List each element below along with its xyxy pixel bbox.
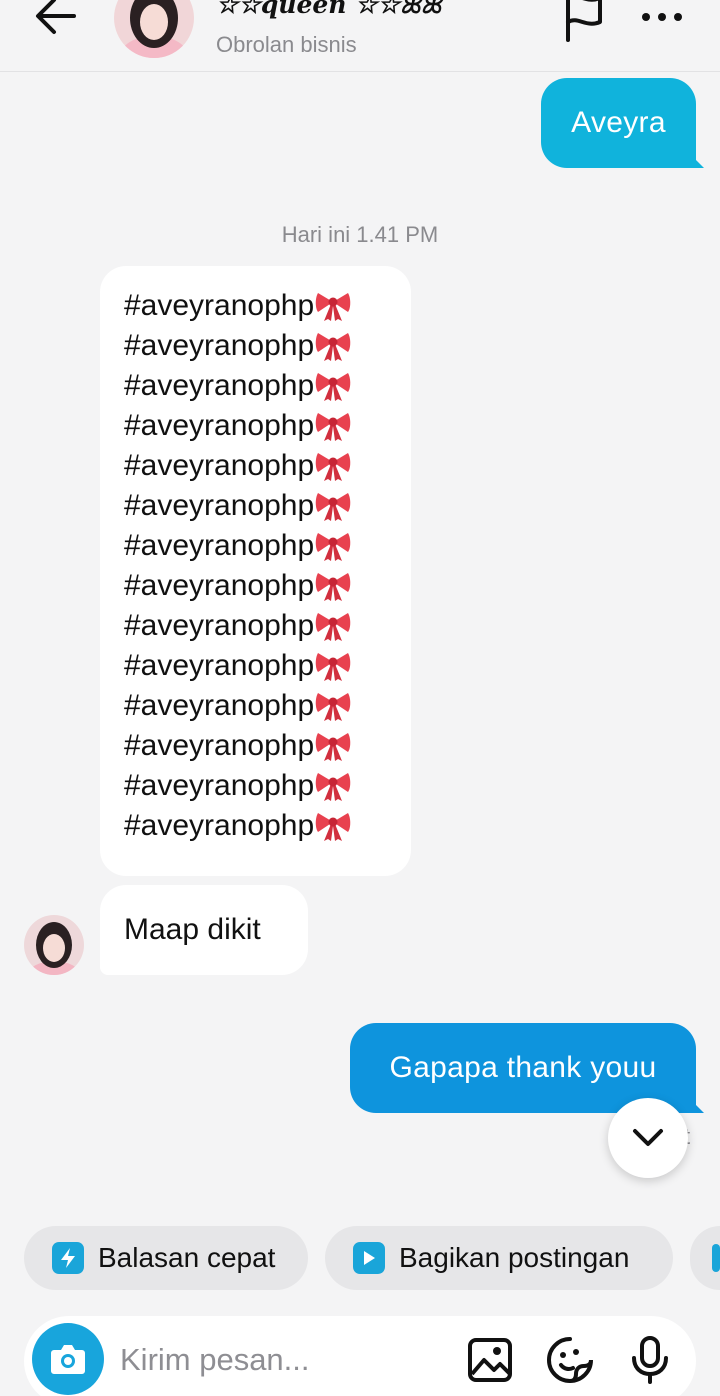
share-post-chip[interactable]: Bagikan postingan [325,1226,673,1290]
hashtag-line: #aveyranophp [124,326,411,366]
hashtag-text: #aveyranophp [124,729,315,762]
sender-avatar[interactable] [24,915,84,975]
contact-avatar[interactable] [114,0,194,58]
hashtag-line: #aveyranophp [124,566,411,606]
hashtag-text: #aveyranophp [124,489,315,522]
camera-icon [51,1345,85,1374]
hashtag-text: #aveyranophp [124,649,315,682]
ribbon-bow-icon [314,330,352,362]
ribbon-bow-icon [314,650,352,682]
ribbon-bow-icon [314,730,352,762]
flag-icon [566,0,602,42]
more-horizontal-icon [642,13,682,21]
chip-label: Bagikan postingan [399,1242,630,1273]
ribbon-bow-icon [314,410,352,442]
message-bubble-incoming[interactable]: #aveyranophp #aveyranophp #aveyranophp #ave… [100,266,411,876]
hashtag-line: #aveyranophp [124,606,411,646]
microphone-icon [632,1336,668,1384]
hashtag-text: #aveyranophp [124,609,315,642]
hashtag-line: #aveyranophp [124,286,411,326]
chat-subtitle: Obrolan bisnis [216,32,357,57]
hashtag-line: #aveyranophp [124,646,411,686]
hashtag-line: #aveyranophp [124,686,411,726]
chat-header: ☆☆queen ☆☆ꕤꕤ Obrolan bisnis [0,0,720,72]
ribbon-bow-icon [314,530,352,562]
report-button[interactable] [560,0,608,44]
hashtag-text: #aveyranophp [124,449,315,482]
ribbon-bow-icon [314,810,352,842]
hashtag-text: #aveyranophp [124,569,315,602]
smiley-sticker-icon [547,1337,593,1383]
chat-title: ☆☆queen ☆☆ꕤꕤ [216,0,442,19]
hashtag-text: #aveyranophp [124,329,315,362]
camera-button[interactable] [32,1323,104,1395]
message-input[interactable] [120,1336,450,1384]
play-icon [353,1242,385,1274]
ribbon-bow-icon [314,290,352,322]
hashtag-line: #aveyranophp [124,806,411,846]
arrow-left-icon [36,0,76,34]
hashtag-text: #aveyranophp [124,529,315,562]
message-composer [24,1316,696,1396]
hashtag-list: #aveyranophp #aveyranophp #aveyranophp #ave… [124,286,411,846]
message-bubble-incoming[interactable]: Maap dikit [100,885,308,975]
hashtag-line: #aveyranophp [124,486,411,526]
ribbon-bow-icon [314,690,352,722]
hashtag-line: #aveyranophp [124,526,411,566]
more-options-button[interactable] [636,2,688,32]
hashtag-text: #aveyranophp [124,289,315,322]
message-bubble-outgoing[interactable]: Aveyra [541,78,696,168]
ribbon-bow-icon [314,490,352,522]
hashtag-line: #aveyranophp [124,446,411,486]
hashtag-line: #aveyranophp [124,726,411,766]
more-chip[interactable] [690,1226,720,1290]
gallery-button[interactable] [464,1334,516,1386]
scroll-to-bottom-button[interactable] [608,1098,688,1178]
ribbon-bow-icon [314,770,352,802]
chip-icon [712,1244,720,1272]
quick-reply-chip[interactable]: Balasan cepat [24,1226,308,1290]
voice-button[interactable] [624,1334,676,1386]
hashtag-text: #aveyranophp [124,409,315,442]
chat-screen: ☆☆queen ☆☆ꕤꕤ Obrolan bisnis Aveyra Hari … [0,0,720,1396]
hashtag-text: #aveyranophp [124,809,315,842]
ribbon-bow-icon [314,370,352,402]
ribbon-bow-icon [314,570,352,602]
back-button[interactable] [28,0,84,46]
image-icon [468,1338,512,1382]
ribbon-bow-icon [314,610,352,642]
hashtag-line: #aveyranophp [124,406,411,446]
lightning-icon [52,1242,84,1274]
ribbon-bow-icon [314,450,352,482]
hashtag-text: #aveyranophp [124,769,315,802]
hashtag-line: #aveyranophp [124,366,411,406]
message-text: Aveyra [571,106,666,139]
hashtag-text: #aveyranophp [124,689,315,722]
hashtag-line: #aveyranophp [124,766,411,806]
hashtag-text: #aveyranophp [124,369,315,402]
message-text: Maap dikit [124,913,261,946]
message-timestamp: Hari ini 1.41 PM [281,222,439,247]
message-text: Gapapa thank youu [389,1051,657,1084]
sticker-button[interactable] [544,1334,596,1386]
chevron-down-icon [633,1129,663,1146]
chip-label: Balasan cepat [98,1242,276,1273]
